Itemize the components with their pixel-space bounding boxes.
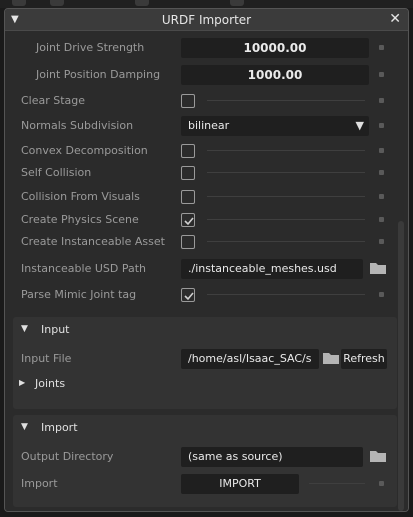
normals-subdivision-select[interactable]: bilinear ▼ (181, 116, 369, 136)
input-section-header[interactable]: ▼ Input (13, 319, 397, 341)
create-physics-scene-row: Create Physics Scene (5, 208, 397, 232)
folder-icon[interactable] (369, 449, 387, 463)
top-strip-tab (135, 0, 149, 6)
self-collision-checkbox[interactable] (181, 166, 195, 180)
normals-subdivision-row: Normals Subdivision bilinear ▼ (5, 114, 397, 138)
import-row: Import IMPORT (5, 472, 397, 496)
dropdown-arrow-icon: ▼ (355, 119, 364, 132)
joints-row[interactable]: ▶ Joints (5, 372, 397, 396)
divider-line (207, 294, 365, 295)
parse-mimic-joint-tag-label: Parse Mimic Joint tag (21, 288, 137, 301)
input-file-field[interactable]: /home/asl/Isaac_SAC/s (181, 349, 319, 369)
reset-dot-icon[interactable] (379, 98, 384, 103)
clear-stage-label: Clear Stage (21, 94, 86, 107)
output-directory-input[interactable]: (same as source) (181, 447, 363, 467)
normals-subdivision-value: bilinear (188, 119, 230, 132)
window-title: URDF Importer (161, 13, 252, 27)
checkmark-icon (184, 292, 194, 301)
parse-mimic-joint-tag-checkbox[interactable] (181, 288, 195, 302)
joint-position-damping-label: Joint Position Damping (36, 68, 161, 81)
top-strip-tab (50, 0, 64, 6)
input-section-title: Input (41, 323, 70, 336)
collapse-arrow-icon: ▼ (21, 422, 28, 432)
top-strip (0, 0, 413, 8)
close-icon[interactable]: ✕ (389, 11, 401, 27)
reset-dot-icon[interactable] (379, 72, 384, 77)
import-button[interactable]: IMPORT (181, 474, 299, 494)
convex-decomposition-label: Convex Decomposition (21, 144, 148, 157)
output-directory-row: Output Directory (same as source) (5, 445, 397, 469)
convex-decomposition-row: Convex Decomposition (5, 139, 397, 163)
instanceable-usd-path-input[interactable]: ./instanceable_meshes.usd (181, 259, 363, 279)
create-instanceable-asset-checkbox[interactable] (181, 235, 195, 249)
joint-drive-strength-label: Joint Drive Strength (36, 41, 145, 54)
import-section-title: Import (41, 421, 78, 434)
reset-dot-icon[interactable] (379, 148, 384, 153)
divider-line (309, 483, 365, 484)
collision-from-visuals-label: Collision From Visuals (21, 190, 140, 203)
reset-dot-icon[interactable] (379, 194, 384, 199)
import-section-header[interactable]: ▼ Import (13, 417, 397, 439)
create-physics-scene-label: Create Physics Scene (21, 213, 139, 226)
instanceable-usd-path-label: Instanceable USD Path (21, 262, 146, 275)
checkmark-icon (184, 217, 194, 226)
create-physics-scene-checkbox[interactable] (181, 213, 195, 227)
collapse-arrow-icon: ▼ (21, 324, 28, 334)
reset-dot-icon[interactable] (379, 217, 384, 222)
convex-decomposition-checkbox[interactable] (181, 144, 195, 158)
vertical-scrollbar[interactable] (398, 221, 404, 511)
self-collision-row: Self Collision (5, 161, 397, 185)
reset-dot-icon[interactable] (379, 292, 384, 297)
title-bar: ▼ URDF Importer ✕ (5, 9, 408, 31)
joint-position-damping-row: Joint Position Damping 1000.00 (5, 63, 397, 87)
divider-line (207, 150, 365, 151)
clear-stage-row: Clear Stage (5, 89, 397, 113)
reset-dot-icon[interactable] (379, 123, 384, 128)
input-file-label: Input File (21, 352, 72, 365)
reset-dot-icon[interactable] (379, 239, 384, 244)
collision-from-visuals-row: Collision From Visuals (5, 185, 397, 209)
reset-dot-icon[interactable] (379, 170, 384, 175)
joint-position-damping-field[interactable]: 1000.00 (181, 65, 369, 85)
settings-panel: Joint Drive Strength 10000.00 Joint Posi… (5, 31, 408, 511)
import-label: Import (21, 477, 58, 490)
folder-icon[interactable] (369, 261, 387, 275)
joint-drive-strength-row: Joint Drive Strength 10000.00 (5, 36, 397, 60)
divider-line (207, 196, 365, 197)
urdf-importer-window: ▼ URDF Importer ✕ Joint Drive Strength 1… (4, 8, 409, 512)
divider-line (207, 172, 365, 173)
reset-dot-icon[interactable] (379, 481, 384, 486)
top-strip-tab (230, 0, 244, 6)
divider-line (207, 100, 365, 101)
parse-mimic-joint-tag-row: Parse Mimic Joint tag (5, 283, 397, 307)
output-directory-label: Output Directory (21, 450, 114, 463)
folder-icon[interactable] (322, 351, 340, 365)
collision-from-visuals-checkbox[interactable] (181, 190, 195, 204)
reset-dot-icon[interactable] (379, 45, 384, 50)
normals-subdivision-label: Normals Subdivision (21, 119, 134, 132)
joint-drive-strength-field[interactable]: 10000.00 (181, 38, 369, 58)
instanceable-usd-path-row: Instanceable USD Path ./instanceable_mes… (5, 257, 397, 281)
create-instanceable-asset-label: Create Instanceable Asset (21, 235, 165, 248)
refresh-button[interactable]: Refresh (341, 349, 387, 369)
top-strip-tab (12, 0, 26, 6)
create-instanceable-asset-row: Create Instanceable Asset (5, 230, 397, 254)
expand-arrow-icon: ▶ (19, 378, 26, 387)
input-file-row: Input File /home/asl/Isaac_SAC/s Refresh (5, 347, 397, 371)
clear-stage-checkbox[interactable] (181, 94, 195, 108)
self-collision-label: Self Collision (21, 166, 92, 179)
divider-line (207, 241, 365, 242)
divider-line (207, 219, 365, 220)
joints-label: Joints (35, 377, 66, 390)
